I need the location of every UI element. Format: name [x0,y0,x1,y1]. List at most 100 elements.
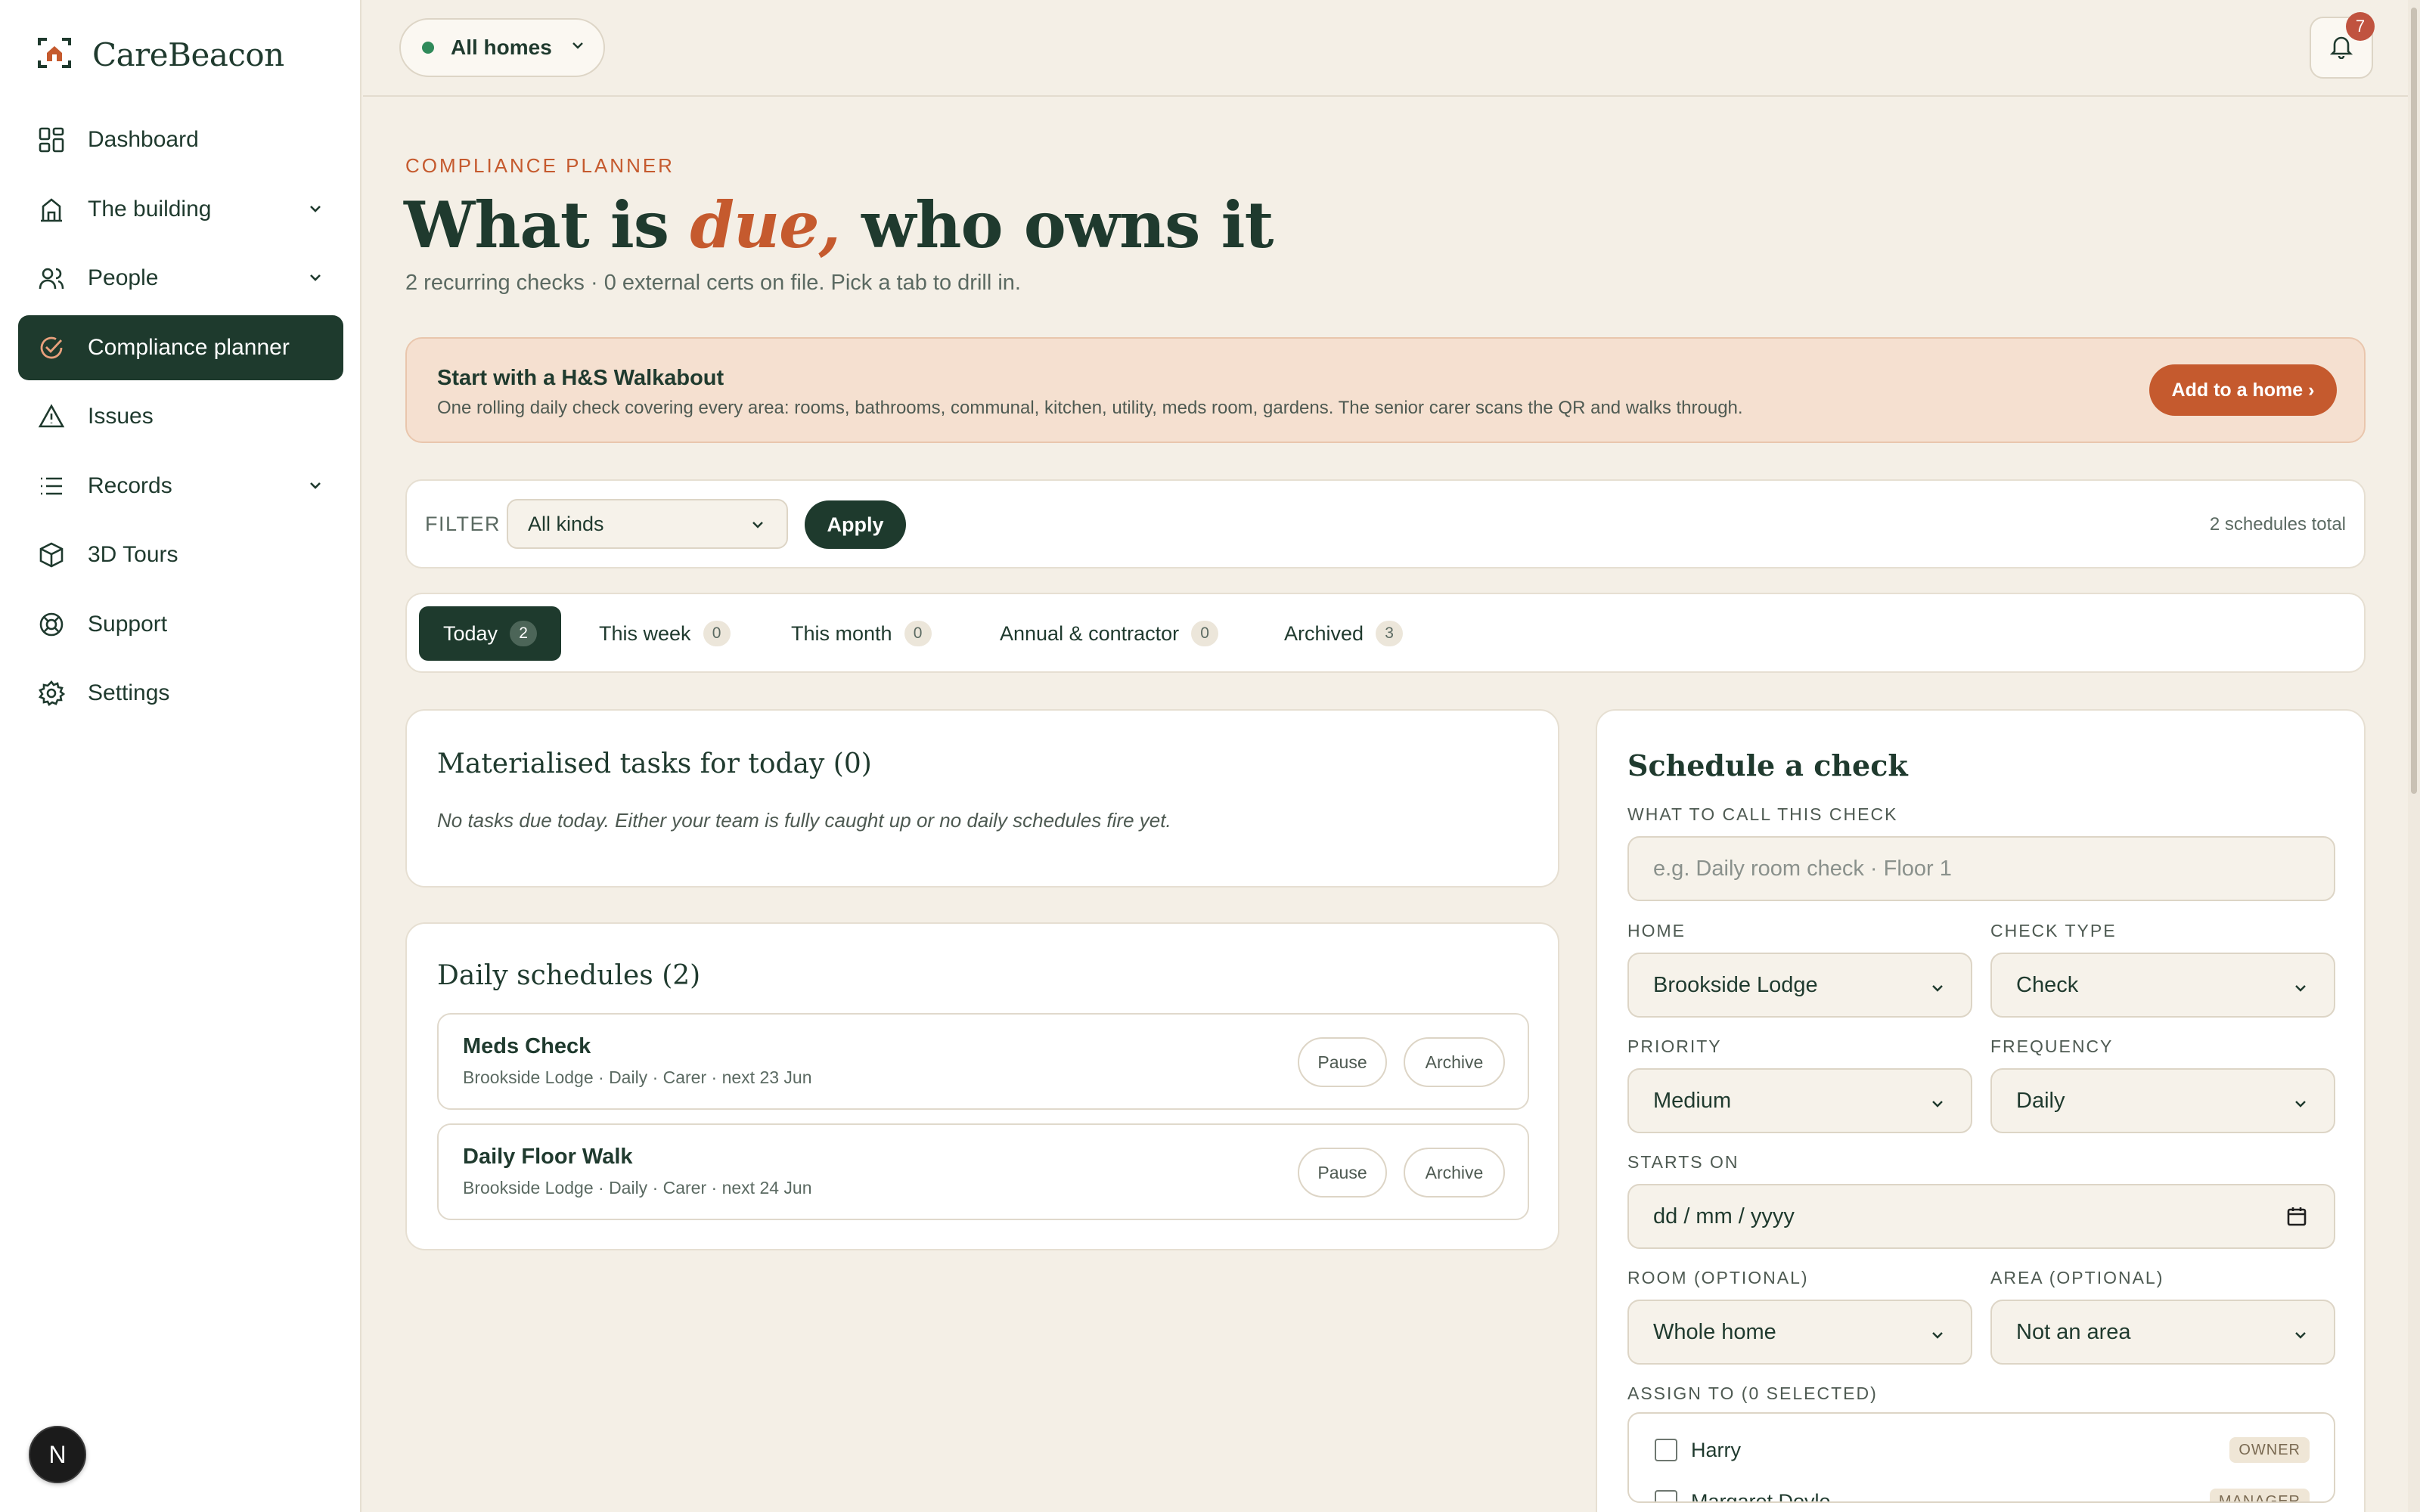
brand-name: CareBeacon [92,36,284,73]
brand[interactable]: CareBeacon [36,35,284,75]
page-title: What is due, who owns it [404,187,1274,262]
assignee-name: Harry [1691,1438,1741,1461]
add-to-home-button[interactable]: Add to a home › [2149,364,2337,416]
schedule-name: Daily Floor Walk [463,1145,633,1169]
chevron-down-icon [1928,1325,1947,1350]
tab-label: Archived [1284,621,1364,645]
tab-label: This week [599,621,691,645]
schedule-meta: Brookside Lodge · Daily · Carer · next 2… [463,1178,812,1198]
starts-on-label: STARTS ON [1627,1152,1739,1172]
sidebar-item-people[interactable]: People [18,246,343,311]
archive-button[interactable]: Archive [1404,1148,1505,1198]
schedule-name: Meds Check [463,1034,591,1058]
area-value: Not an area [2016,1319,2131,1344]
schedule-row: Daily Floor Walk Brookside Lodge · Daily… [437,1123,1529,1220]
filter-label: FILTER [425,513,501,535]
check-type-select[interactable]: Check [1990,953,2335,1018]
archive-button[interactable]: Archive [1404,1037,1505,1087]
area-select[interactable]: Not an area [1990,1300,2335,1365]
assignee-name: Margaret Doyle [1691,1489,1831,1503]
tab-archived[interactable]: Archived 3 [1260,606,1427,661]
sidebar: CareBeacon Dashboard The building People… [0,0,361,1512]
assignee-item[interactable]: Margaret Doyle MANAGER [1655,1486,2310,1503]
room-select[interactable]: Whole home [1627,1300,1972,1365]
frequency-select[interactable]: Daily [1990,1068,2335,1133]
sidebar-item-label: People [88,265,159,290]
daily-schedules-card: Daily schedules (2) Meds Check Brookside… [405,922,1559,1250]
tab-this-week[interactable]: This week 0 [575,606,755,661]
priority-select[interactable]: Medium [1627,1068,1972,1133]
chevron-down-icon [569,36,587,60]
sidebar-nav: Dashboard The building People Compliance… [18,107,343,730]
chevron-down-icon [1928,978,1947,1003]
assignee-checkbox[interactable] [1655,1439,1677,1461]
tab-count: 0 [703,621,731,646]
schedules-total: 2 schedules total [2209,514,2346,534]
kind-filter-value: All kinds [528,512,604,535]
daily-schedules-title: Daily schedules (2) [437,960,701,991]
tab-count: 0 [904,621,932,646]
check-name-input[interactable]: e.g. Daily room check · Floor 1 [1627,836,2335,901]
sidebar-item-support[interactable]: Support [18,592,343,657]
sidebar-item-settings[interactable]: Settings [18,661,343,726]
apply-filter-button[interactable]: Apply [805,500,906,549]
calendar-icon[interactable] [2285,1205,2308,1234]
sidebar-item-label: Records [88,472,172,498]
status-dot [422,42,434,54]
today-tasks-title: Materialised tasks for today (0) [437,748,872,779]
tab-count: 3 [1376,621,1404,646]
user-avatar[interactable]: N [29,1426,86,1483]
home-select[interactable]: Brookside Lodge [1627,953,1972,1018]
page-eyebrow: COMPLIANCE PLANNER [405,154,675,177]
tab-count: 2 [510,621,538,646]
page-title-post: who owns it [839,187,1274,262]
schedule-check-form: Schedule a check WHAT TO CALL THIS CHECK… [1596,709,2366,1512]
carebeacon-logo-icon [36,35,73,75]
home-selector[interactable]: All homes [399,18,605,77]
chevron-down-icon [306,199,325,225]
sidebar-item-label: Settings [88,680,170,705]
role-badge: MANAGER [2209,1489,2310,1501]
tab-today[interactable]: Today 2 [419,606,562,661]
tab-label: This month [791,621,892,645]
schedule-form-title: Schedule a check [1627,748,1908,782]
pause-button[interactable]: Pause [1298,1148,1387,1198]
sidebar-item-label: Dashboard [88,127,199,152]
sidebar-item-label: Support [88,611,168,637]
tab-count: 0 [1191,621,1219,646]
starts-on-date-input[interactable]: dd / mm / yyyy [1627,1184,2335,1249]
today-tasks-empty: No tasks due today. Either your team is … [437,809,1171,832]
room-value: Whole home [1653,1319,1776,1344]
top-bar: All homes 7 [363,0,2420,97]
dashboard-icon [36,125,67,155]
assignee-checkbox[interactable] [1655,1490,1677,1501]
frequency-value: Daily [2016,1088,2065,1113]
page-scrollbar-thumb[interactable] [2411,8,2417,794]
sidebar-item-compliance-planner[interactable]: Compliance planner [18,314,343,380]
tab-annual-contractor[interactable]: Annual & contractor 0 [976,606,1243,661]
chevron-down-icon [1928,1094,1947,1119]
check-type-value: Check [2016,972,2079,997]
sidebar-item-records[interactable]: Records [18,454,343,519]
priority-value: Medium [1653,1088,1732,1113]
cube-icon [36,540,67,570]
chevron-down-icon [749,516,767,539]
notification-count-badge: 7 [2346,12,2375,41]
filter-bar: FILTER All kinds Apply 2 schedules total [405,479,2366,569]
sidebar-item-the-building[interactable]: The building [18,177,343,242]
building-icon [36,194,67,225]
kind-filter-select[interactable]: All kinds [507,499,788,549]
assign-label: ASSIGN TO (0 SELECTED) [1627,1383,1878,1403]
tab-label: Today [443,621,498,645]
assignee-item[interactable]: Harry OWNER [1655,1435,2310,1465]
chevron-down-icon [2291,1094,2310,1119]
area-label: AREA (OPTIONAL) [1990,1268,2164,1287]
sidebar-item-label: Issues [88,404,154,429]
sidebar-item-dashboard[interactable]: Dashboard [18,107,343,172]
sidebar-item-issues[interactable]: Issues [18,384,343,449]
tab-this-month[interactable]: This month 0 [767,606,956,661]
chevron-down-icon [2291,978,2310,1003]
check-circle-icon [36,333,67,363]
sidebar-item-3d-tours[interactable]: 3D Tours [18,522,343,587]
pause-button[interactable]: Pause [1298,1037,1387,1087]
